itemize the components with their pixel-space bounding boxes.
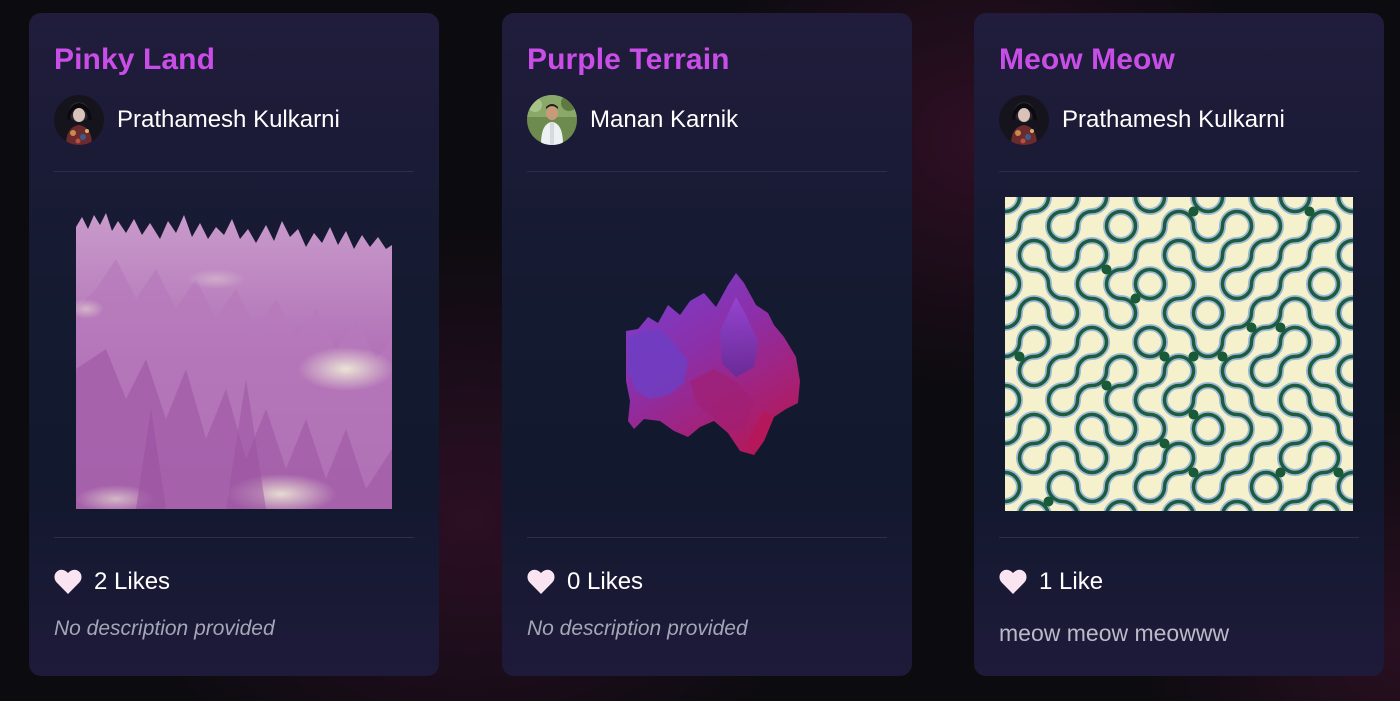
likes-count: 1 Like <box>1039 568 1104 595</box>
author-name[interactable]: Manan Karnik <box>590 106 738 134</box>
artwork-thumbnail[interactable] <box>1005 197 1353 511</box>
heart-icon[interactable] <box>527 569 555 595</box>
likes-count: 2 Likes <box>94 568 171 595</box>
author-info[interactable]: Manan Karnik <box>527 95 738 145</box>
card-description: No description provided <box>54 617 275 640</box>
like-button[interactable]: 0 Likes <box>527 568 643 596</box>
artwork-thumbnail[interactable] <box>76 209 392 509</box>
divider <box>999 537 1359 538</box>
like-button[interactable]: 1 Like <box>999 568 1103 596</box>
author-info[interactable]: Prathamesh Kulkarni <box>54 95 340 145</box>
card-description: meow meow meowww <box>999 620 1230 646</box>
divider <box>527 171 887 172</box>
divider <box>54 171 414 172</box>
artwork-thumbnail[interactable] <box>624 271 802 457</box>
divider <box>54 537 414 538</box>
art-card[interactable]: Meow Meow Prathamesh Kulkarni 1 Like meo… <box>974 13 1384 676</box>
card-title[interactable]: Meow Meow <box>999 43 1175 77</box>
author-name[interactable]: Prathamesh Kulkarni <box>117 106 340 134</box>
card-title[interactable]: Purple Terrain <box>527 43 730 77</box>
likes-count: 0 Likes <box>567 568 644 595</box>
heart-icon[interactable] <box>54 569 82 595</box>
card-title[interactable]: Pinky Land <box>54 43 215 77</box>
author-info[interactable]: Prathamesh Kulkarni <box>999 95 1285 145</box>
divider <box>999 171 1359 172</box>
divider <box>527 537 887 538</box>
card-description: No description provided <box>527 617 748 640</box>
like-button[interactable]: 2 Likes <box>54 568 170 596</box>
author-name[interactable]: Prathamesh Kulkarni <box>1062 106 1285 134</box>
author-avatar[interactable] <box>54 95 104 145</box>
author-avatar[interactable] <box>999 95 1049 145</box>
art-card[interactable]: Purple Terrain Manan Karnik 0 Likes No d… <box>502 13 912 676</box>
author-avatar[interactable] <box>527 95 577 145</box>
heart-icon[interactable] <box>999 569 1027 595</box>
art-gallery-grid: Pinky Land Prathamesh Kulkarni 2 Likes N… <box>0 0 1400 701</box>
art-card[interactable]: Pinky Land Prathamesh Kulkarni 2 Likes N… <box>29 13 439 676</box>
